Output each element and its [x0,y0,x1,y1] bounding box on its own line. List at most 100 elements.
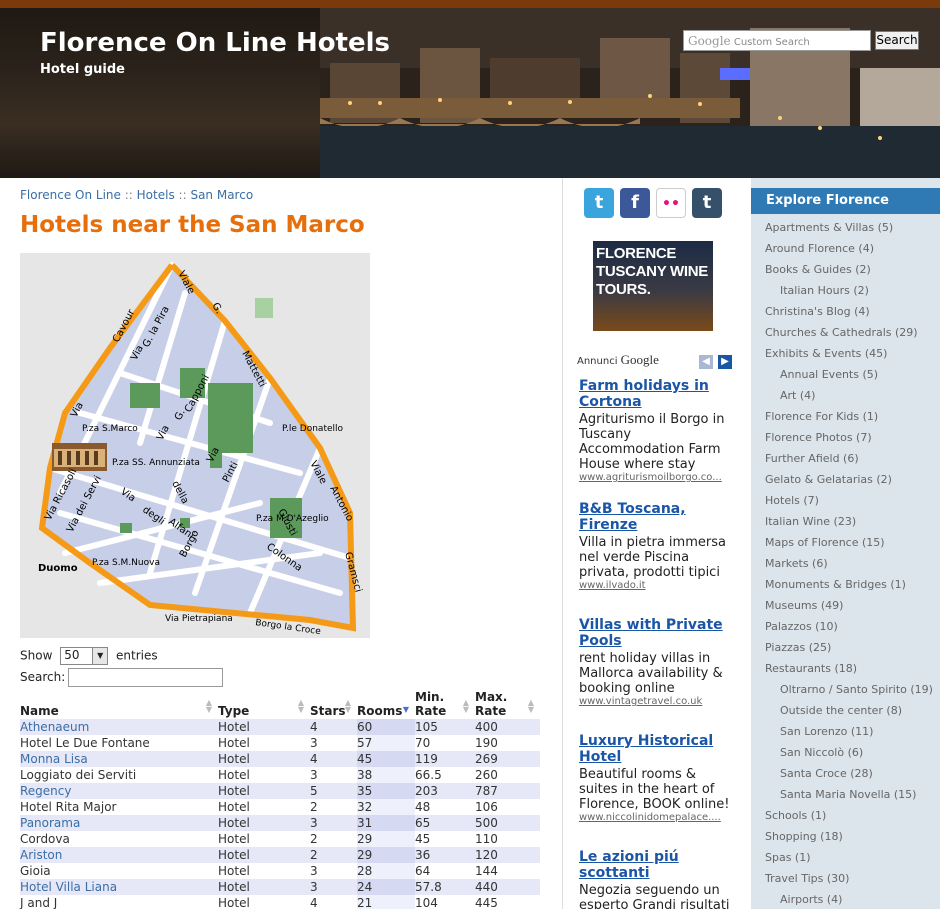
column-header-rooms[interactable]: Rooms ▼ [357,690,415,719]
table-row: Panorama Hotel 3 31 65 500 [20,815,540,831]
sidebar-category-link[interactable]: Books & Guides (2) [765,259,940,280]
min-rate-cell: 70 [415,736,431,750]
sidebar-category-link[interactable]: Hotels (7) [765,490,940,511]
sidebar-category-link[interactable]: Schools (1) [765,805,940,826]
column-header-max-rate[interactable]: Max. Rate ▲ ▼ [475,690,540,719]
sidebar-category-link[interactable]: Monuments & Bridges (1) [765,574,940,595]
breadcrumb-current-link[interactable]: San Marco [190,188,253,202]
chevron-right-icon[interactable]: ▶ [718,355,732,369]
google-ads-label: Annunci Google [577,352,659,367]
chevron-down-icon[interactable]: ▼ [92,648,108,664]
type-cell: Hotel [218,815,310,831]
ad-title-link[interactable]: Farm holidays in Cortona [579,378,731,410]
type-cell: Hotel [218,896,250,909]
stars-cell: 3 [310,879,357,895]
sidebar-category-link[interactable]: Shopping (18) [765,826,940,847]
rooms-cell: 29 [357,847,415,863]
flickr-icon[interactable]: •• [656,188,686,218]
rooms-cell: 24 [357,879,415,895]
sidebar-category-link[interactable]: Santa Maria Novella (15) [765,784,940,805]
breadcrumb-hotels-link[interactable]: Hotels [137,188,175,202]
sidebar-category-link[interactable]: Florence For Kids (1) [765,406,940,427]
table-search-input[interactable] [68,668,223,687]
sidebar-category-link[interactable]: Churches & Cathedrals (29) [765,322,940,343]
sidebar-category-link[interactable]: Piazzas (25) [765,637,940,658]
breadcrumb-home-link[interactable]: Florence On Line [20,188,121,202]
rooms-cell: 38 [357,767,415,783]
sidebar-category-link[interactable]: Gelato & Gelatarias (2) [765,469,940,490]
sidebar-category-link[interactable]: Around Florence (4) [765,238,940,259]
twitter-icon[interactable]: t [584,188,614,218]
type-cell: Hotel [218,751,310,767]
chevron-left-icon[interactable]: ◀ [699,355,713,369]
hotel-link[interactable]: Athenaeum [20,720,89,734]
sidebar-category-link[interactable]: Museums (49) [765,595,940,616]
sidebar-category-link[interactable]: Restaurants (18) [765,658,940,679]
page-size-select[interactable]: 50 ▼ [60,647,109,665]
sidebar-category-link[interactable]: San Lorenzo (11) [765,721,940,742]
san-marco-area-map[interactable]: Viale G. Mattetti Cavour Via G. la Pira … [20,253,370,638]
ad-url-link[interactable]: www.niccolinidomepalace.... [579,812,731,824]
facebook-icon[interactable]: f [620,188,650,218]
min-rate-cell: 45 [415,832,431,846]
custom-search-input[interactable]: Google Custom Search [683,30,871,51]
hotel-link[interactable]: Panorama [20,816,80,830]
type-cell: Hotel [218,783,310,799]
table-search-label: Search: [20,670,66,684]
tumblr-icon[interactable]: t [692,188,722,218]
site-title[interactable]: Florence On Line Hotels [40,28,390,58]
museum-icon [52,443,107,471]
sidebar-category-link[interactable]: Santa Croce (28) [765,763,940,784]
column-header-min-rate[interactable]: Min. Rate ▲ ▼ [415,690,475,719]
sidebar-category-link[interactable]: Apartments & Villas (5) [765,217,940,238]
breadcrumb-separator: :: [178,188,187,202]
ad-title-link[interactable]: Villas with Private Pools [579,617,731,649]
ad-item: Luxury Historical Hotel Beautiful rooms … [579,733,731,824]
sidebar-category-link[interactable]: Exhibits & Events (45) [765,343,940,364]
sidebar-category-link[interactable]: Markets (6) [765,553,940,574]
sidebar-category-link[interactable]: Travel Tips (30) [765,868,940,889]
sidebar-category-link[interactable]: Italian Hours (2) [765,280,940,301]
table-row: Athenaeum Hotel 4 60 105 400 [20,719,540,735]
stars-cell: 3 [310,815,357,831]
table-row: Loggiato dei Serviti Hotel 3 38 66.5 260 [20,767,540,783]
min-rate-cell: 66.5 [415,768,442,782]
ad-url-link[interactable]: www.ilvado.it [579,580,731,592]
max-rate-cell: 260 [475,768,498,782]
table-row: Hotel Le Due Fontane Hotel 3 57 70 190 [20,735,540,751]
hotel-link[interactable]: Monna Lisa [20,752,88,766]
map-label: P.za S.M.Nuova [92,558,160,568]
sidebar-category-link[interactable]: Italian Wine (23) [765,511,940,532]
hotel-name-cell: Panorama [20,815,218,831]
sidebar-category-link[interactable]: Further Afield (6) [765,448,940,469]
sidebar-category-link[interactable]: Spas (1) [765,847,940,868]
ad-description: Beautiful rooms & suites in the heart of… [579,767,730,812]
column-header-name[interactable]: Name ▲ ▼ [20,690,218,719]
hotels-table: Name ▲ ▼ Type ▲ ▼ Stars ▲ ▼ Rooms ▼ Min. Rate ▲ ▼… [20,690,540,909]
sidebar-category-link[interactable]: Maps of Florence (15) [765,532,940,553]
sidebar-category-link[interactable]: Outside the center (8) [765,700,940,721]
sort-icon: ▲ ▼ [527,698,534,714]
column-header-stars[interactable]: Stars ▲ ▼ [310,690,357,719]
ad-url-link[interactable]: www.agriturismoilborgo.co... [579,472,731,484]
column-header-type[interactable]: Type ▲ ▼ [218,690,310,719]
wine-tours-banner[interactable]: FLORENCE TUSCANY WINE TOURS. [593,241,713,331]
rooms-cell: 21 [357,895,415,909]
ad-title-link[interactable]: Le azioni piú scottanti [579,849,731,881]
ad-url-link[interactable]: www.vintagetravel.co.uk [579,696,731,708]
hotel-name-cell: Ariston [20,847,218,863]
hotel-link[interactable]: Regency [20,784,72,798]
sidebar-category-link[interactable]: Oltrarno / Santo Spirito (19) [765,679,940,700]
sidebar-category-link[interactable]: Florence Photos (7) [765,427,940,448]
hotel-link[interactable]: Ariston [20,848,62,862]
sidebar-category-link[interactable]: Airports (4) [765,889,940,909]
sidebar-category-link[interactable]: San Niccolò (6) [765,742,940,763]
sidebar-category-link[interactable]: Art (4) [765,385,940,406]
search-button[interactable]: Search [875,31,919,50]
ad-title-link[interactable]: B&B Toscana, Firenze [579,501,731,533]
sidebar-category-link[interactable]: Christina's Blog (4) [765,301,940,322]
hotel-link[interactable]: Hotel Villa Liana [20,880,117,894]
sidebar-category-link[interactable]: Palazzos (10) [765,616,940,637]
ad-title-link[interactable]: Luxury Historical Hotel [579,733,731,765]
sidebar-category-link[interactable]: Annual Events (5) [765,364,940,385]
